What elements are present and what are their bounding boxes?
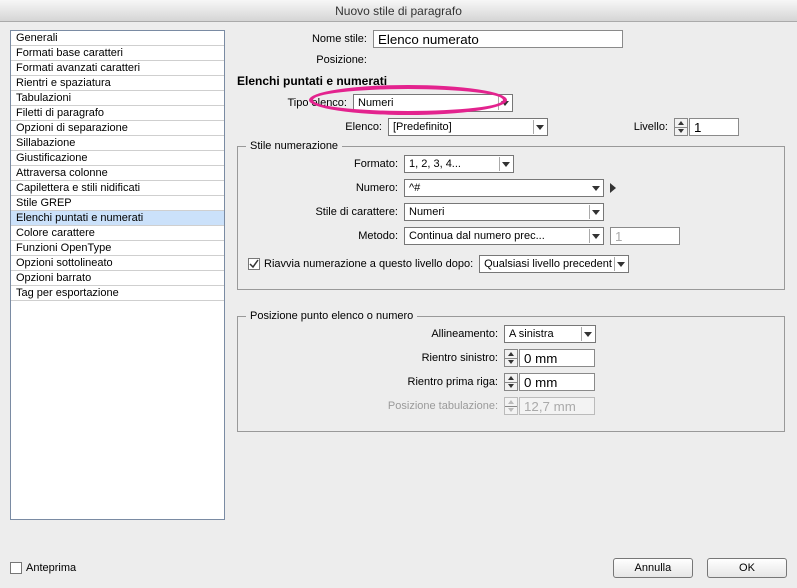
- tab-position-stepper: [504, 397, 518, 415]
- left-indent-label: Rientro sinistro:: [248, 352, 498, 364]
- numbering-style-legend: Stile numerazione: [246, 140, 342, 152]
- list-name-select[interactable]: [Predefinito]: [388, 118, 548, 136]
- sidebar-item[interactable]: Elenchi puntati e numerati: [11, 211, 224, 226]
- char-style-label: Stile di carattere:: [248, 206, 398, 218]
- category-sidebar[interactable]: GeneraliFormati base caratteriFormati av…: [10, 30, 225, 520]
- ok-button[interactable]: OK: [707, 558, 787, 578]
- alignment-label: Allineamento:: [248, 328, 498, 340]
- sidebar-item[interactable]: Funzioni OpenType: [11, 241, 224, 256]
- level-label: Livello:: [548, 121, 668, 133]
- list-type-label: Tipo elenco:: [267, 97, 347, 109]
- position-label: Posizione:: [237, 54, 367, 66]
- tab-position-input: [519, 397, 595, 415]
- restart-label: Riavvia numerazione a questo livello dop…: [264, 258, 473, 270]
- section-title: Elenchi puntati e numerati: [237, 74, 787, 88]
- sidebar-item[interactable]: Tag per esportazione: [11, 286, 224, 301]
- tab-position-label: Posizione tabulazione:: [248, 400, 498, 412]
- preview-checkbox[interactable]: [10, 562, 22, 574]
- level-stepper[interactable]: [674, 118, 688, 136]
- sidebar-item[interactable]: Opzioni sottolineato: [11, 256, 224, 271]
- number-flyout-icon[interactable]: [610, 183, 616, 193]
- level-input[interactable]: [689, 118, 739, 136]
- mode-select[interactable]: Continua dal numero prec...: [404, 227, 604, 245]
- sidebar-item[interactable]: Opzioni barrato: [11, 271, 224, 286]
- restart-checkbox[interactable]: [248, 258, 260, 270]
- number-label: Numero:: [248, 182, 398, 194]
- list-name-label: Elenco:: [267, 121, 382, 133]
- list-type-select[interactable]: Numeri: [353, 94, 513, 112]
- style-name-label: Nome stile:: [237, 33, 367, 45]
- left-indent-input[interactable]: [519, 349, 595, 367]
- restart-select[interactable]: Qualsiasi livello precedente: [479, 255, 629, 273]
- sidebar-item[interactable]: Opzioni di separazione: [11, 121, 224, 136]
- position-legend: Posizione punto elenco o numero: [246, 310, 417, 322]
- sidebar-item[interactable]: Tabulazioni: [11, 91, 224, 106]
- number-select[interactable]: ^#: [404, 179, 604, 197]
- char-style-select[interactable]: Numeri: [404, 203, 604, 221]
- format-label: Formato:: [248, 158, 398, 170]
- sidebar-item[interactable]: Sillabazione: [11, 136, 224, 151]
- sidebar-item[interactable]: Capilettera e stili nidificati: [11, 181, 224, 196]
- sidebar-item[interactable]: Giustificazione: [11, 151, 224, 166]
- sidebar-item[interactable]: Rientri e spaziatura: [11, 76, 224, 91]
- mode-label: Metodo:: [248, 230, 398, 242]
- alignment-select[interactable]: A sinistra: [504, 325, 596, 343]
- sidebar-item[interactable]: Attraversa colonne: [11, 166, 224, 181]
- first-line-stepper[interactable]: [504, 373, 518, 391]
- start-at-input: [610, 227, 680, 245]
- first-line-label: Rientro prima riga:: [248, 376, 498, 388]
- sidebar-item[interactable]: Formati avanzati caratteri: [11, 61, 224, 76]
- style-name-input[interactable]: [373, 30, 623, 48]
- first-line-input[interactable]: [519, 373, 595, 391]
- cancel-button[interactable]: Annulla: [613, 558, 693, 578]
- numbering-style-group: Stile numerazione Formato: 1, 2, 3, 4...…: [237, 146, 785, 290]
- sidebar-item[interactable]: Stile GREP: [11, 196, 224, 211]
- window-title: Nuovo stile di paragrafo: [0, 0, 797, 22]
- sidebar-item[interactable]: Colore carattere: [11, 226, 224, 241]
- preview-label: Anteprima: [26, 562, 76, 574]
- sidebar-item[interactable]: Filetti di paragrafo: [11, 106, 224, 121]
- left-indent-stepper[interactable]: [504, 349, 518, 367]
- format-select[interactable]: 1, 2, 3, 4...: [404, 155, 514, 173]
- sidebar-item[interactable]: Generali: [11, 31, 224, 46]
- sidebar-item[interactable]: Formati base caratteri: [11, 46, 224, 61]
- position-group: Posizione punto elenco o numero Allineam…: [237, 316, 785, 432]
